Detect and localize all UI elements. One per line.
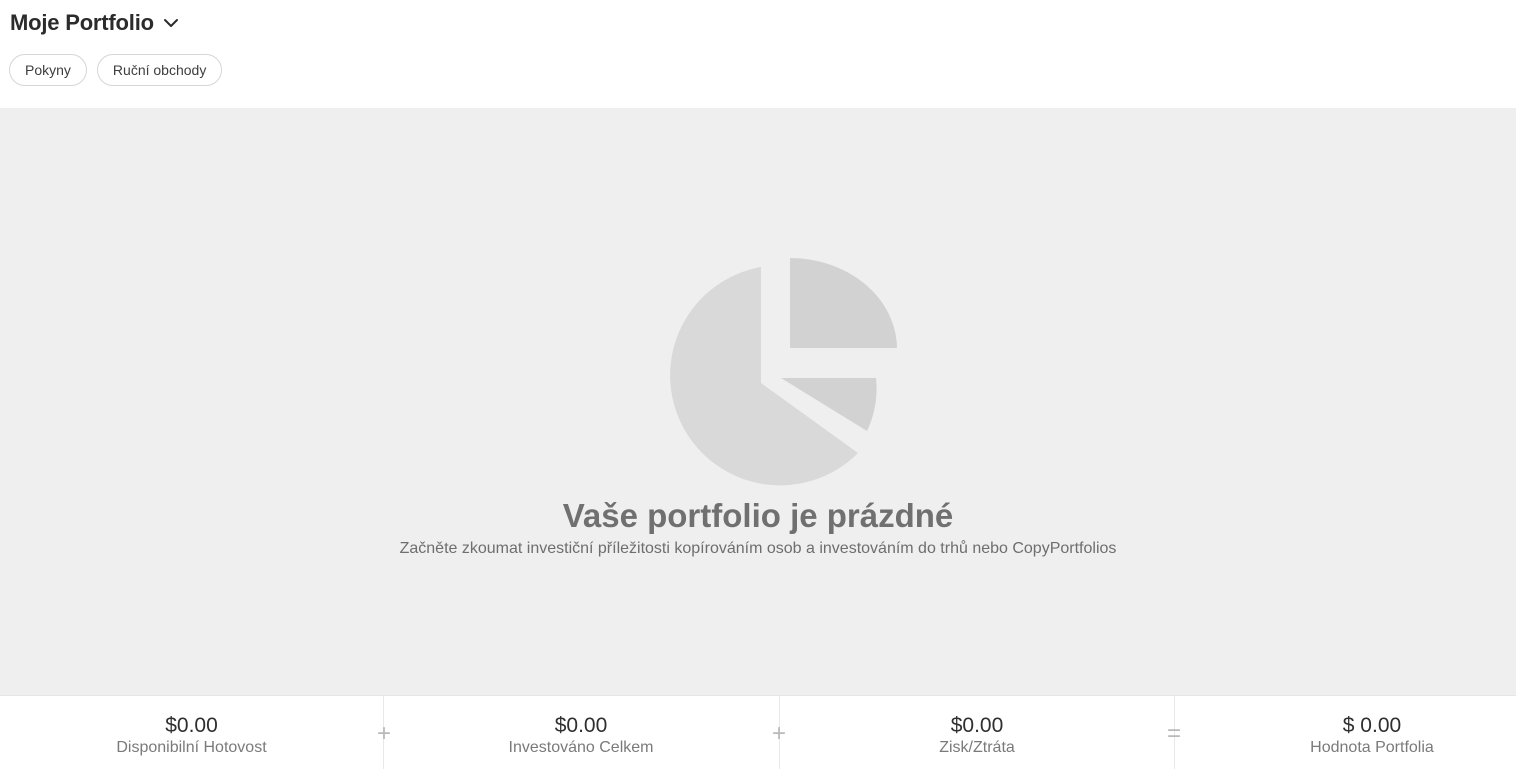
stat-label: Investováno Celkem	[508, 739, 654, 756]
portfolio-selector[interactable]: Moje Portfolio	[10, 10, 179, 36]
tab-pokyny[interactable]: Pokyny	[9, 54, 87, 86]
portfolio-tabs: Pokyny Ruční obchody	[9, 54, 223, 86]
empty-portfolio-area: Vaše portfolio je prázdné Začněte zkouma…	[0, 108, 1516, 695]
stat-label: Hodnota Portfolia	[1310, 739, 1434, 756]
stat-value: $ 0.00	[1342, 714, 1402, 737]
stat-value: $0.00	[950, 714, 1004, 737]
stat-total-invested: $0.00 Investováno Celkem	[384, 696, 778, 769]
stat-value: $0.00	[554, 714, 608, 737]
portfolio-header: Moje Portfolio Pokyny Ruční obchody	[0, 0, 1516, 108]
pie-chart-icon	[670, 258, 897, 486]
portfolio-summary-bar: $0.00 Disponibilní Hotovost + $0.00 Inve…	[0, 695, 1516, 769]
stat-label: Disponibilní Hotovost	[116, 739, 267, 756]
stat-available-cash: $0.00 Disponibilní Hotovost	[0, 696, 383, 769]
page-title: Moje Portfolio	[10, 10, 154, 35]
stat-value: $0.00	[165, 714, 218, 737]
stat-label: Zisk/Ztráta	[939, 739, 1015, 756]
stat-portfolio-value: $ 0.00 Hodnota Portfolia	[1175, 696, 1516, 769]
empty-state-title: Vaše portfolio je prázdné	[562, 497, 954, 534]
chevron-down-icon[interactable]	[163, 15, 179, 31]
empty-state-subtitle: Začněte zkoumat investiční příležitosti …	[399, 540, 1117, 557]
tab-rucni-obchody[interactable]: Ruční obchody	[96, 54, 223, 86]
stat-profit-loss: $0.00 Zisk/Ztráta	[780, 696, 1174, 769]
